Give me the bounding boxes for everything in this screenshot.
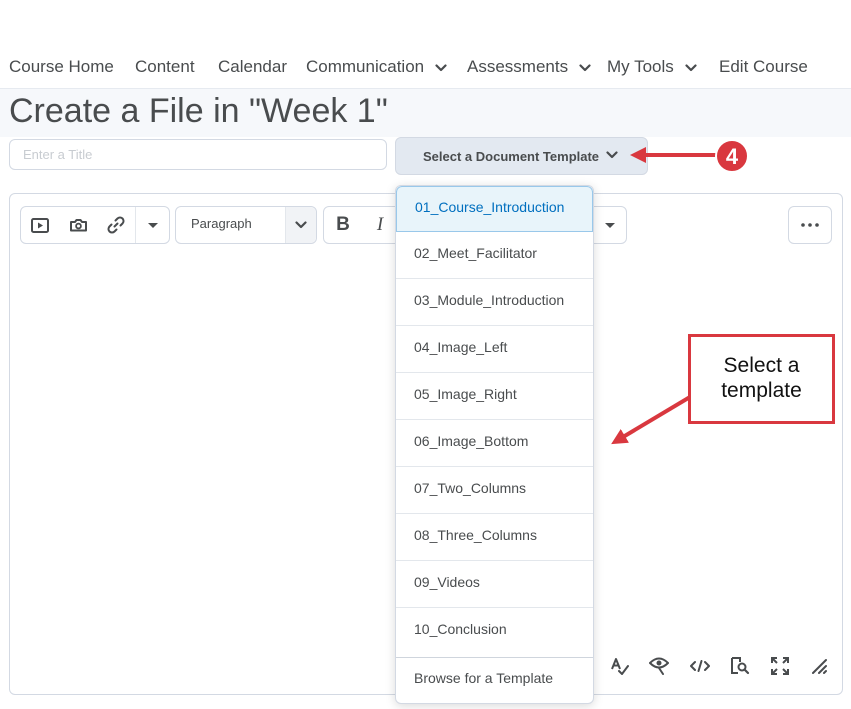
callout-line-2: template — [721, 379, 802, 402]
annotation-callout: Select a template — [688, 334, 835, 424]
step-number-badge: 4 — [715, 139, 749, 173]
callout-line-1: Select a — [723, 354, 800, 377]
callout-arrow — [611, 395, 692, 445]
step-number-text: 4 — [726, 144, 739, 169]
